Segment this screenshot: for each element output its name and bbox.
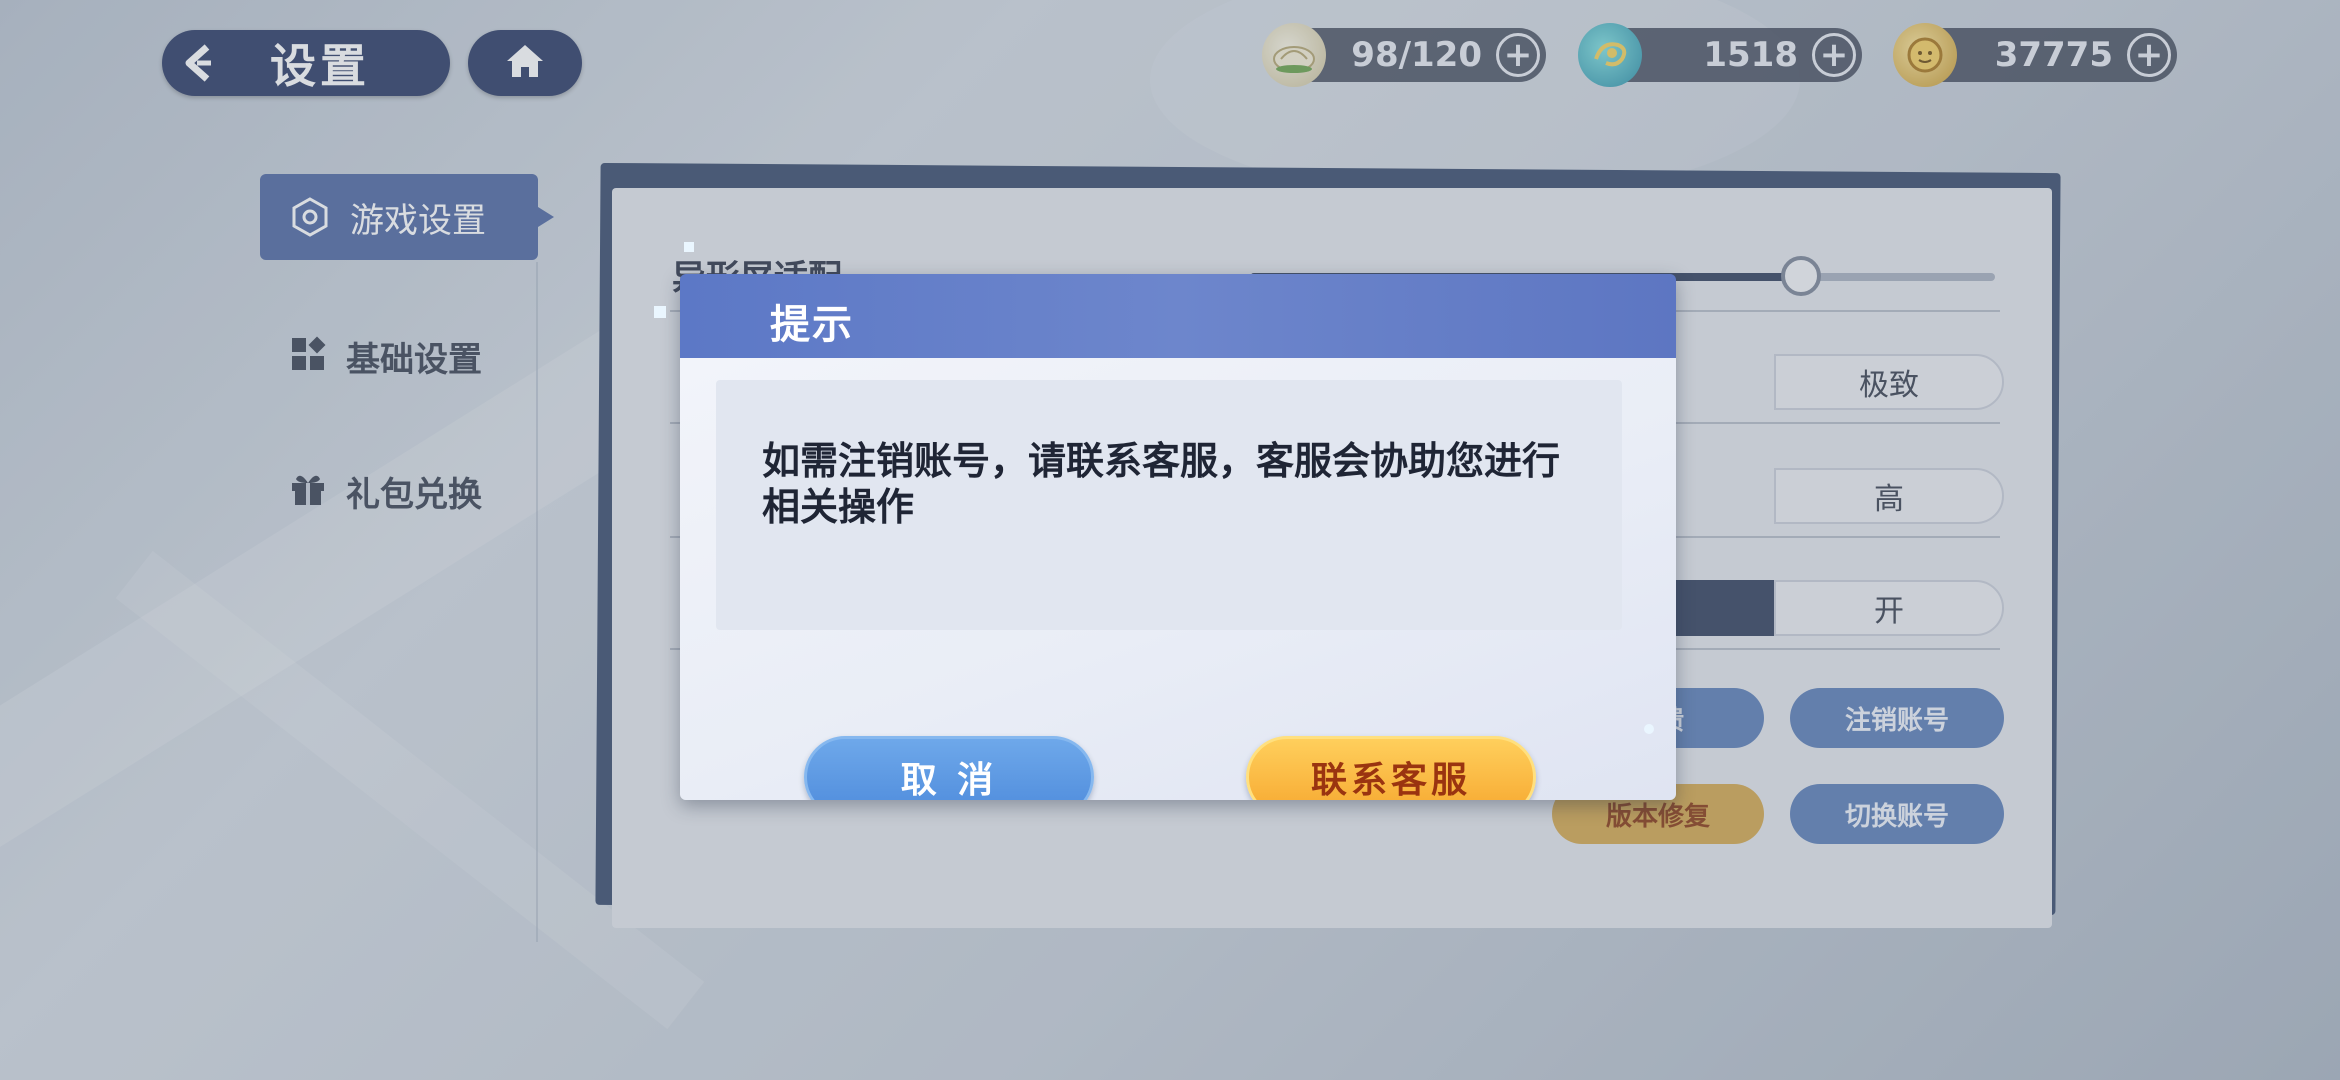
dialog-message: 如需注销账号，请联系客服，客服会协助您进行相关操作 — [762, 439, 1561, 529]
sparkle-decoration — [654, 306, 666, 318]
dialog-header: 提示 — [680, 274, 1676, 358]
dialog-body: 取 消 联系客服 — [680, 358, 1676, 800]
cancel-button[interactable]: 取 消 — [804, 736, 1094, 800]
dialog-title: 提示 — [770, 302, 854, 348]
notice-dialog: 提示 取 消 联系客服 如需注销账号，请联系客服，客服会协助您进行相关操作 — [680, 274, 1676, 800]
sparkle-decoration — [684, 242, 694, 252]
sparkle-decoration — [1644, 724, 1654, 734]
contact-support-button[interactable]: 联系客服 — [1246, 736, 1536, 800]
